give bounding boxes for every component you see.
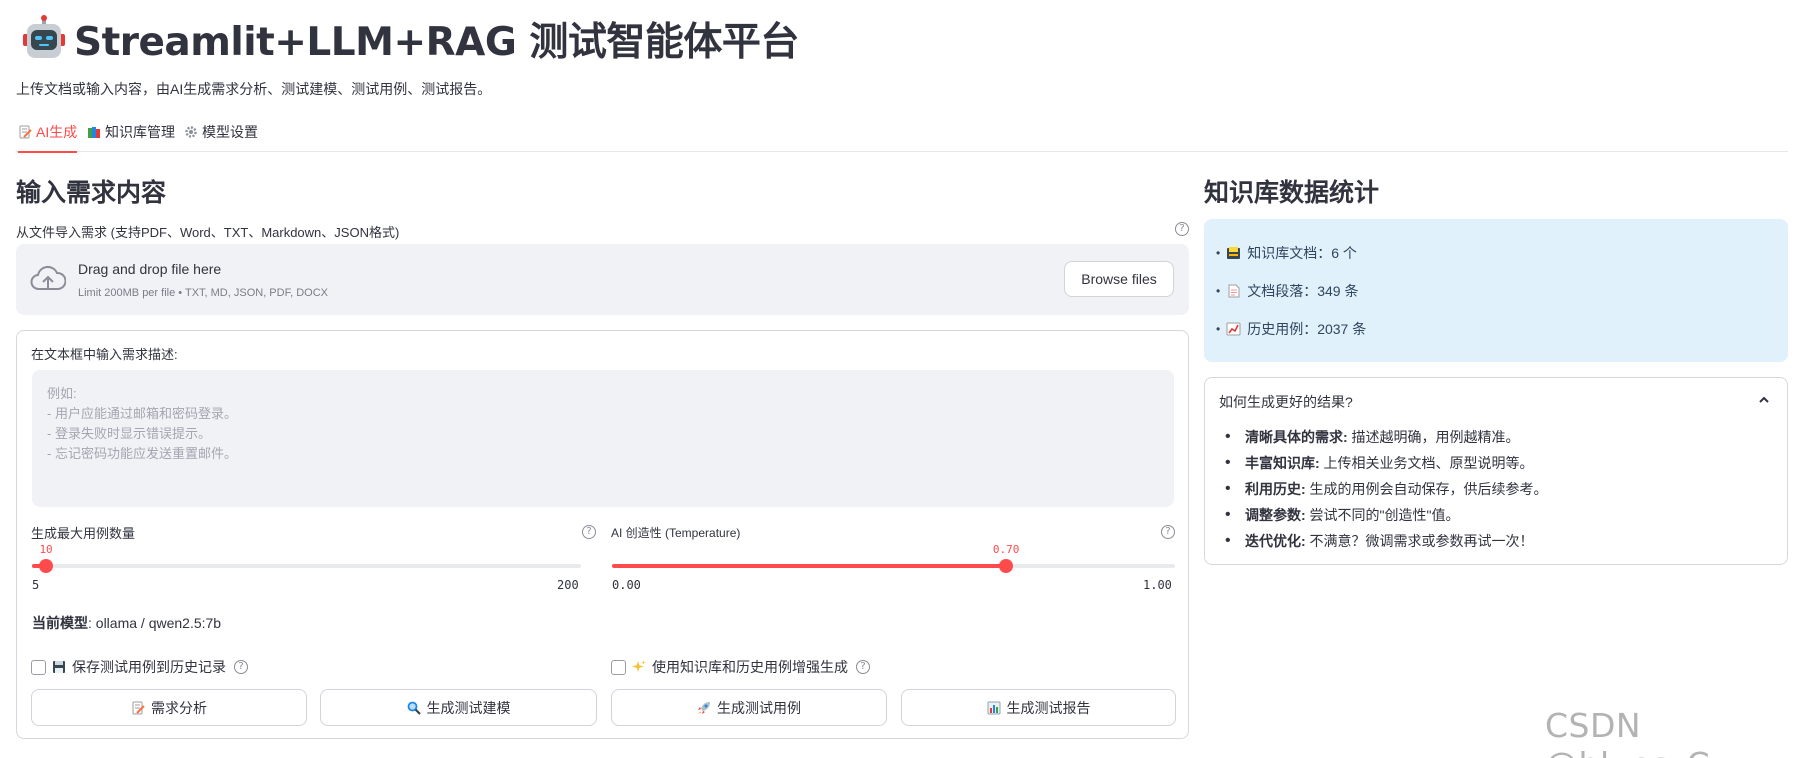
slider-fill [612,564,1007,568]
requirement-textarea[interactable] [32,370,1174,507]
file-uploader-label: 从文件导入需求 (支持PDF、Word、TXT、Markdown、JSON格式) [16,225,400,240]
tip-item: 利用历史: 生成的用例会自动保存，供后续参考。 [1221,476,1548,502]
tab-label: 知识库管理 [105,124,175,140]
tip-bold: 调整参数: [1245,507,1306,523]
generation-form: 在文本框中输入需求描述: 生成最大用例数量 ? 10 5 200 AI 创造性 … [16,330,1189,739]
help-icon[interactable]: ? [582,525,596,539]
enhance-checkbox-row[interactable]: 使用知识库和历史用例增强生成 ? [611,657,870,677]
current-model-value: : ollama / qwen2.5:7b [88,615,222,631]
slider-thumb[interactable] [39,559,54,573]
stat-paragraphs: • 文档段落：349 条 [1216,283,1359,299]
button-label: 生成测试报告 [1006,699,1091,716]
tip-text: 描述越明确，用例越精准。 [1347,429,1520,445]
generate-test-report-button[interactable]: 生成测试报告 [901,689,1176,726]
stats-section-heading: 知识库数据统计 [1204,178,1380,207]
stat-history-cases: • 历史用例：2037 条 [1216,321,1367,337]
tip-text: 尝试不同的"创造性"值。 [1305,507,1460,523]
tip-bold: 清晰具体的需求: [1245,429,1348,445]
generate-test-model-button[interactable]: 生成测试建模 [320,689,597,726]
sparkles-icon [632,660,646,672]
chevron-up-icon[interactable] [1757,393,1771,407]
dropzone-title: Drag and drop file here [78,261,222,277]
browse-files-button[interactable]: Browse files [1064,261,1174,297]
tip-item: 清晰具体的需求: 描述越明确，用例越精准。 [1221,424,1548,450]
max-cases-slider[interactable]: 10 [32,543,581,573]
generate-test-cases-button[interactable]: 生成测试用例 [611,689,887,726]
stats-info-box: • 知识库文档：6 个 • 文档段落：349 条 • 历史用例：2037 条 [1204,219,1788,362]
stat-text: 知识库文档：6 个 [1247,245,1357,261]
input-section-heading: 输入需求内容 [16,178,167,207]
app-subtitle: 上传文档或输入内容，由AI生成需求分析、测试建模、测试用例、测试报告。 [16,81,492,97]
tips-expander: 如何生成更好的结果? 清晰具体的需求: 描述越明确，用例越精准。 丰富知识库: … [1204,377,1788,565]
checkbox-label: 保存测试用例到历史记录 [72,659,226,675]
dropzone-limits: Limit 200MB per file • TXT, MD, JSON, PD… [78,287,328,299]
slider-thumb[interactable] [999,559,1014,573]
checkbox-label: 使用知识库和历史用例增强生成 [652,659,848,675]
max-cases-label: 生成最大用例数量 [31,526,136,541]
page-icon [1228,284,1240,298]
stat-text: 文档段落：349 条 [1247,283,1359,299]
slider-min: 0.00 [612,578,641,592]
button-label: 生成测试用例 [717,699,801,716]
slider-max: 1.00 [1143,578,1172,592]
tip-bold: 丰富知识库: [1245,455,1320,471]
tip-item: 迭代优化: 不满意？微调需求或参数再试一次！ [1221,528,1548,554]
tip-text: 不满意？微调需求或参数再试一次！ [1305,533,1534,549]
tab-label: AI生成 [36,124,78,140]
help-icon[interactable]: ? [856,660,870,674]
button-label: 需求分析 [151,699,207,716]
slider-value: 0.70 [992,543,1020,556]
tips-list: 清晰具体的需求: 描述越明确，用例越精准。 丰富知识库: 上传相关业务文档、原型… [1221,424,1548,554]
slider-value: 10 [39,543,53,556]
stat-text: 历史用例：2037 条 [1247,321,1367,337]
requirement-analysis-button[interactable]: 需求分析 [31,689,307,726]
tab-label: 模型设置 [202,124,258,140]
tab-knowledge-base[interactable]: 知识库管理 [87,112,175,152]
app-title: Streamlit+LLM+RAG 测试智能体平台 [74,20,799,65]
file-dropzone[interactable]: Drag and drop file here Limit 200MB per … [16,244,1189,315]
card-index-icon [1227,247,1241,259]
books-icon [88,127,100,138]
tab-ai-generate[interactable]: AI生成 [18,112,78,153]
slider-max: 200 [557,578,579,592]
help-icon[interactable]: ? [234,660,248,674]
tip-text: 上传相关业务文档、原型说明等。 [1319,455,1534,471]
save-history-checkbox[interactable] [31,659,46,675]
current-model: 当前模型: ollama / qwen2.5:7b [32,613,221,633]
magnifier-icon [407,701,421,715]
enhance-generation-checkbox[interactable] [611,659,626,675]
cloud-upload-icon [30,265,66,290]
rocket-icon [698,701,710,714]
help-icon[interactable]: ? [1161,525,1175,539]
tip-bold: 迭代优化: [1245,533,1306,549]
tip-item: 调整参数: 尝试不同的"创造性"值。 [1221,502,1548,528]
expander-title[interactable]: 如何生成更好的结果? [1219,392,1353,412]
temperature-label: AI 创造性 (Temperature) [611,526,741,540]
current-model-label: 当前模型 [32,615,88,631]
memo-icon [132,701,145,714]
tip-bold: 利用历史: [1245,481,1306,497]
help-icon[interactable]: ? [1175,222,1189,236]
chart-increasing-icon [1226,322,1241,336]
tab-bar: AI生成 知识库管理 模型设置 [16,112,1788,153]
robot-icon [23,15,65,58]
button-label: 生成测试建模 [426,699,511,716]
floppy-disk-icon [53,661,65,673]
save-history-checkbox-row[interactable]: 保存测试用例到历史记录 ? [31,657,248,677]
tip-item: 丰富知识库: 上传相关业务文档、原型说明等。 [1221,450,1548,476]
app-header: Streamlit+LLM+RAG 测试智能体平台 [20,10,799,68]
bar-chart-icon [987,701,1000,714]
tip-text: 生成的用例会自动保存，供后续参考。 [1305,481,1548,497]
tab-model-settings[interactable]: 模型设置 [184,112,258,152]
temperature-slider[interactable]: 0.70 [612,543,1175,573]
slider-min: 5 [32,578,40,592]
stat-documents: • 知识库文档：6 个 [1216,245,1357,261]
memo-icon [19,125,32,139]
gear-icon [185,126,197,138]
watermark: CSDN @blues_C [1545,706,1710,758]
textarea-label: 在文本框中输入需求描述: [31,347,178,362]
